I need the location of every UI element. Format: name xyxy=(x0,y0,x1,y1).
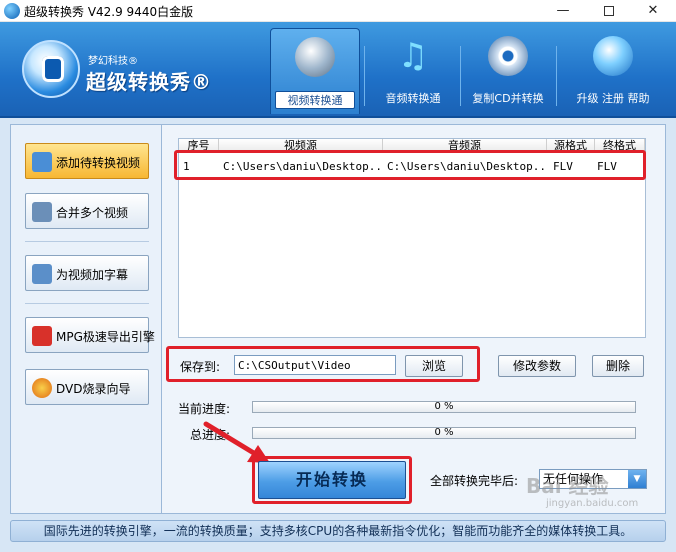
current-progress-bar: 0 % xyxy=(252,401,636,413)
window-title: 超级转换秀 V42.9 9440白金版 xyxy=(24,5,194,19)
column-header-index[interactable]: 序号 xyxy=(179,139,219,152)
delete-button[interactable]: 删除 xyxy=(592,355,644,377)
current-progress-label: 当前进度: xyxy=(178,402,231,416)
current-progress-text: 0 % xyxy=(434,401,454,412)
edit-params-button[interactable]: 修改参数 xyxy=(498,355,576,377)
file-list-table[interactable]: 序号 视频源 音频源 源格式 终格式 1 C:\Users\daniu\Desk… xyxy=(178,138,646,338)
sidebar-item-label: MPG极速导出引擎 xyxy=(56,330,155,344)
sidebar-item-add-video[interactable]: 添加待转换视频 xyxy=(25,143,149,179)
start-convert-button[interactable]: 开始转换 xyxy=(258,461,406,499)
column-header-src-format[interactable]: 源格式 xyxy=(547,139,595,152)
brand-name: 超级转换秀® xyxy=(86,70,212,94)
column-header-audio[interactable]: 音频源 xyxy=(383,139,547,152)
maximize-icon xyxy=(604,5,614,16)
cell-video: C:\Users\daniu\Desktop... xyxy=(223,160,383,173)
globe-icon xyxy=(593,36,633,76)
tab-label: 音频转换通 xyxy=(385,92,441,105)
tab-divider xyxy=(460,46,461,106)
status-bar: 国际先进的转换引擎，一流的转换质量；支持多核CPU的各种最新指令优化；智能而功能… xyxy=(10,520,666,542)
sidebar-item-mpg-engine[interactable]: MPG极速导出引擎 xyxy=(25,317,155,353)
save-path-input[interactable] xyxy=(234,355,396,375)
save-to-label: 保存到: xyxy=(180,360,221,374)
music-note-icon: ♫ xyxy=(397,36,429,76)
maximize-button[interactable] xyxy=(586,0,632,22)
tab-video-convert[interactable]: 视频转换通 xyxy=(270,28,360,114)
add-video-icon xyxy=(32,152,52,172)
total-progress-text: 0 % xyxy=(434,427,454,438)
title-bar: 超级转换秀 V42.9 9440白金版 — ✕ xyxy=(0,0,676,22)
sidebar-divider xyxy=(25,303,149,304)
table-header: 序号 视频源 音频源 源格式 终格式 xyxy=(179,139,645,153)
table-row[interactable]: 1 C:\Users\daniu\Desktop... C:\Users\dan… xyxy=(179,157,645,175)
tab-copy-cd[interactable]: 复制CD并转换 xyxy=(462,28,554,114)
tab-divider xyxy=(364,46,365,106)
sidebar-item-label: 添加待转换视频 xyxy=(56,156,141,170)
browse-button[interactable]: 浏览 xyxy=(405,355,463,377)
column-header-dst-format[interactable]: 终格式 xyxy=(595,139,645,152)
tab-label: 升级 注册 帮助 xyxy=(576,92,650,105)
sidebar-item-label: 为视频加字幕 xyxy=(56,268,129,282)
after-complete-select[interactable]: 无任何操作 ▼ xyxy=(539,469,647,489)
after-complete-label: 全部转换完毕后: xyxy=(430,474,519,488)
sidebar: 添加待转换视频 合并多个视频 为视频加字幕 MPG极速导出引擎 DVD烧录向导 xyxy=(10,124,162,514)
minimize-button[interactable]: — xyxy=(540,0,586,22)
tab-audio-convert[interactable]: ♫ 音频转换通 xyxy=(368,28,458,114)
total-progress-label: 总进度: xyxy=(190,428,231,442)
sidebar-item-label: 合并多个视频 xyxy=(56,206,129,220)
logo-icon xyxy=(22,40,80,98)
film-reel-icon xyxy=(295,37,335,77)
cd-disc-icon xyxy=(488,36,528,76)
sidebar-item-label: DVD烧录向导 xyxy=(56,382,131,396)
merge-video-icon xyxy=(32,202,52,222)
mpg-engine-icon xyxy=(32,326,52,346)
minimize-icon: — xyxy=(556,3,570,18)
brand-company: 梦幻科技® xyxy=(88,56,138,67)
subtitle-icon xyxy=(32,264,52,284)
sidebar-item-dvd-burn[interactable]: DVD烧录向导 xyxy=(25,369,149,405)
sidebar-item-subtitle[interactable]: 为视频加字幕 xyxy=(25,255,149,291)
tab-label: 视频转换通 xyxy=(275,91,355,109)
after-complete-value: 无任何操作 xyxy=(543,472,604,486)
column-header-video[interactable]: 视频源 xyxy=(219,139,383,152)
tab-divider xyxy=(556,46,557,106)
total-progress-bar: 0 % xyxy=(252,427,636,439)
chevron-down-icon[interactable]: ▼ xyxy=(628,470,646,488)
sidebar-divider xyxy=(25,241,149,242)
cell-dst-format: FLV xyxy=(597,160,617,173)
tab-label: 复制CD并转换 xyxy=(472,92,544,105)
cell-src-format: FLV xyxy=(553,160,573,173)
sidebar-item-merge-video[interactable]: 合并多个视频 xyxy=(25,193,149,229)
dvd-burn-icon xyxy=(32,378,52,398)
close-icon: ✕ xyxy=(647,3,659,18)
cell-audio: C:\Users\daniu\Desktop... xyxy=(387,160,545,173)
tab-upgrade-help[interactable]: 升级 注册 帮助 xyxy=(558,28,668,114)
cell-index: 1 xyxy=(183,160,190,173)
app-icon xyxy=(4,3,20,19)
app-header: 梦幻科技® 超级转换秀® 视频转换通 ♫ 音频转换通 复制CD并转换 升级 注册… xyxy=(0,22,676,118)
close-button[interactable]: ✕ xyxy=(630,0,676,22)
